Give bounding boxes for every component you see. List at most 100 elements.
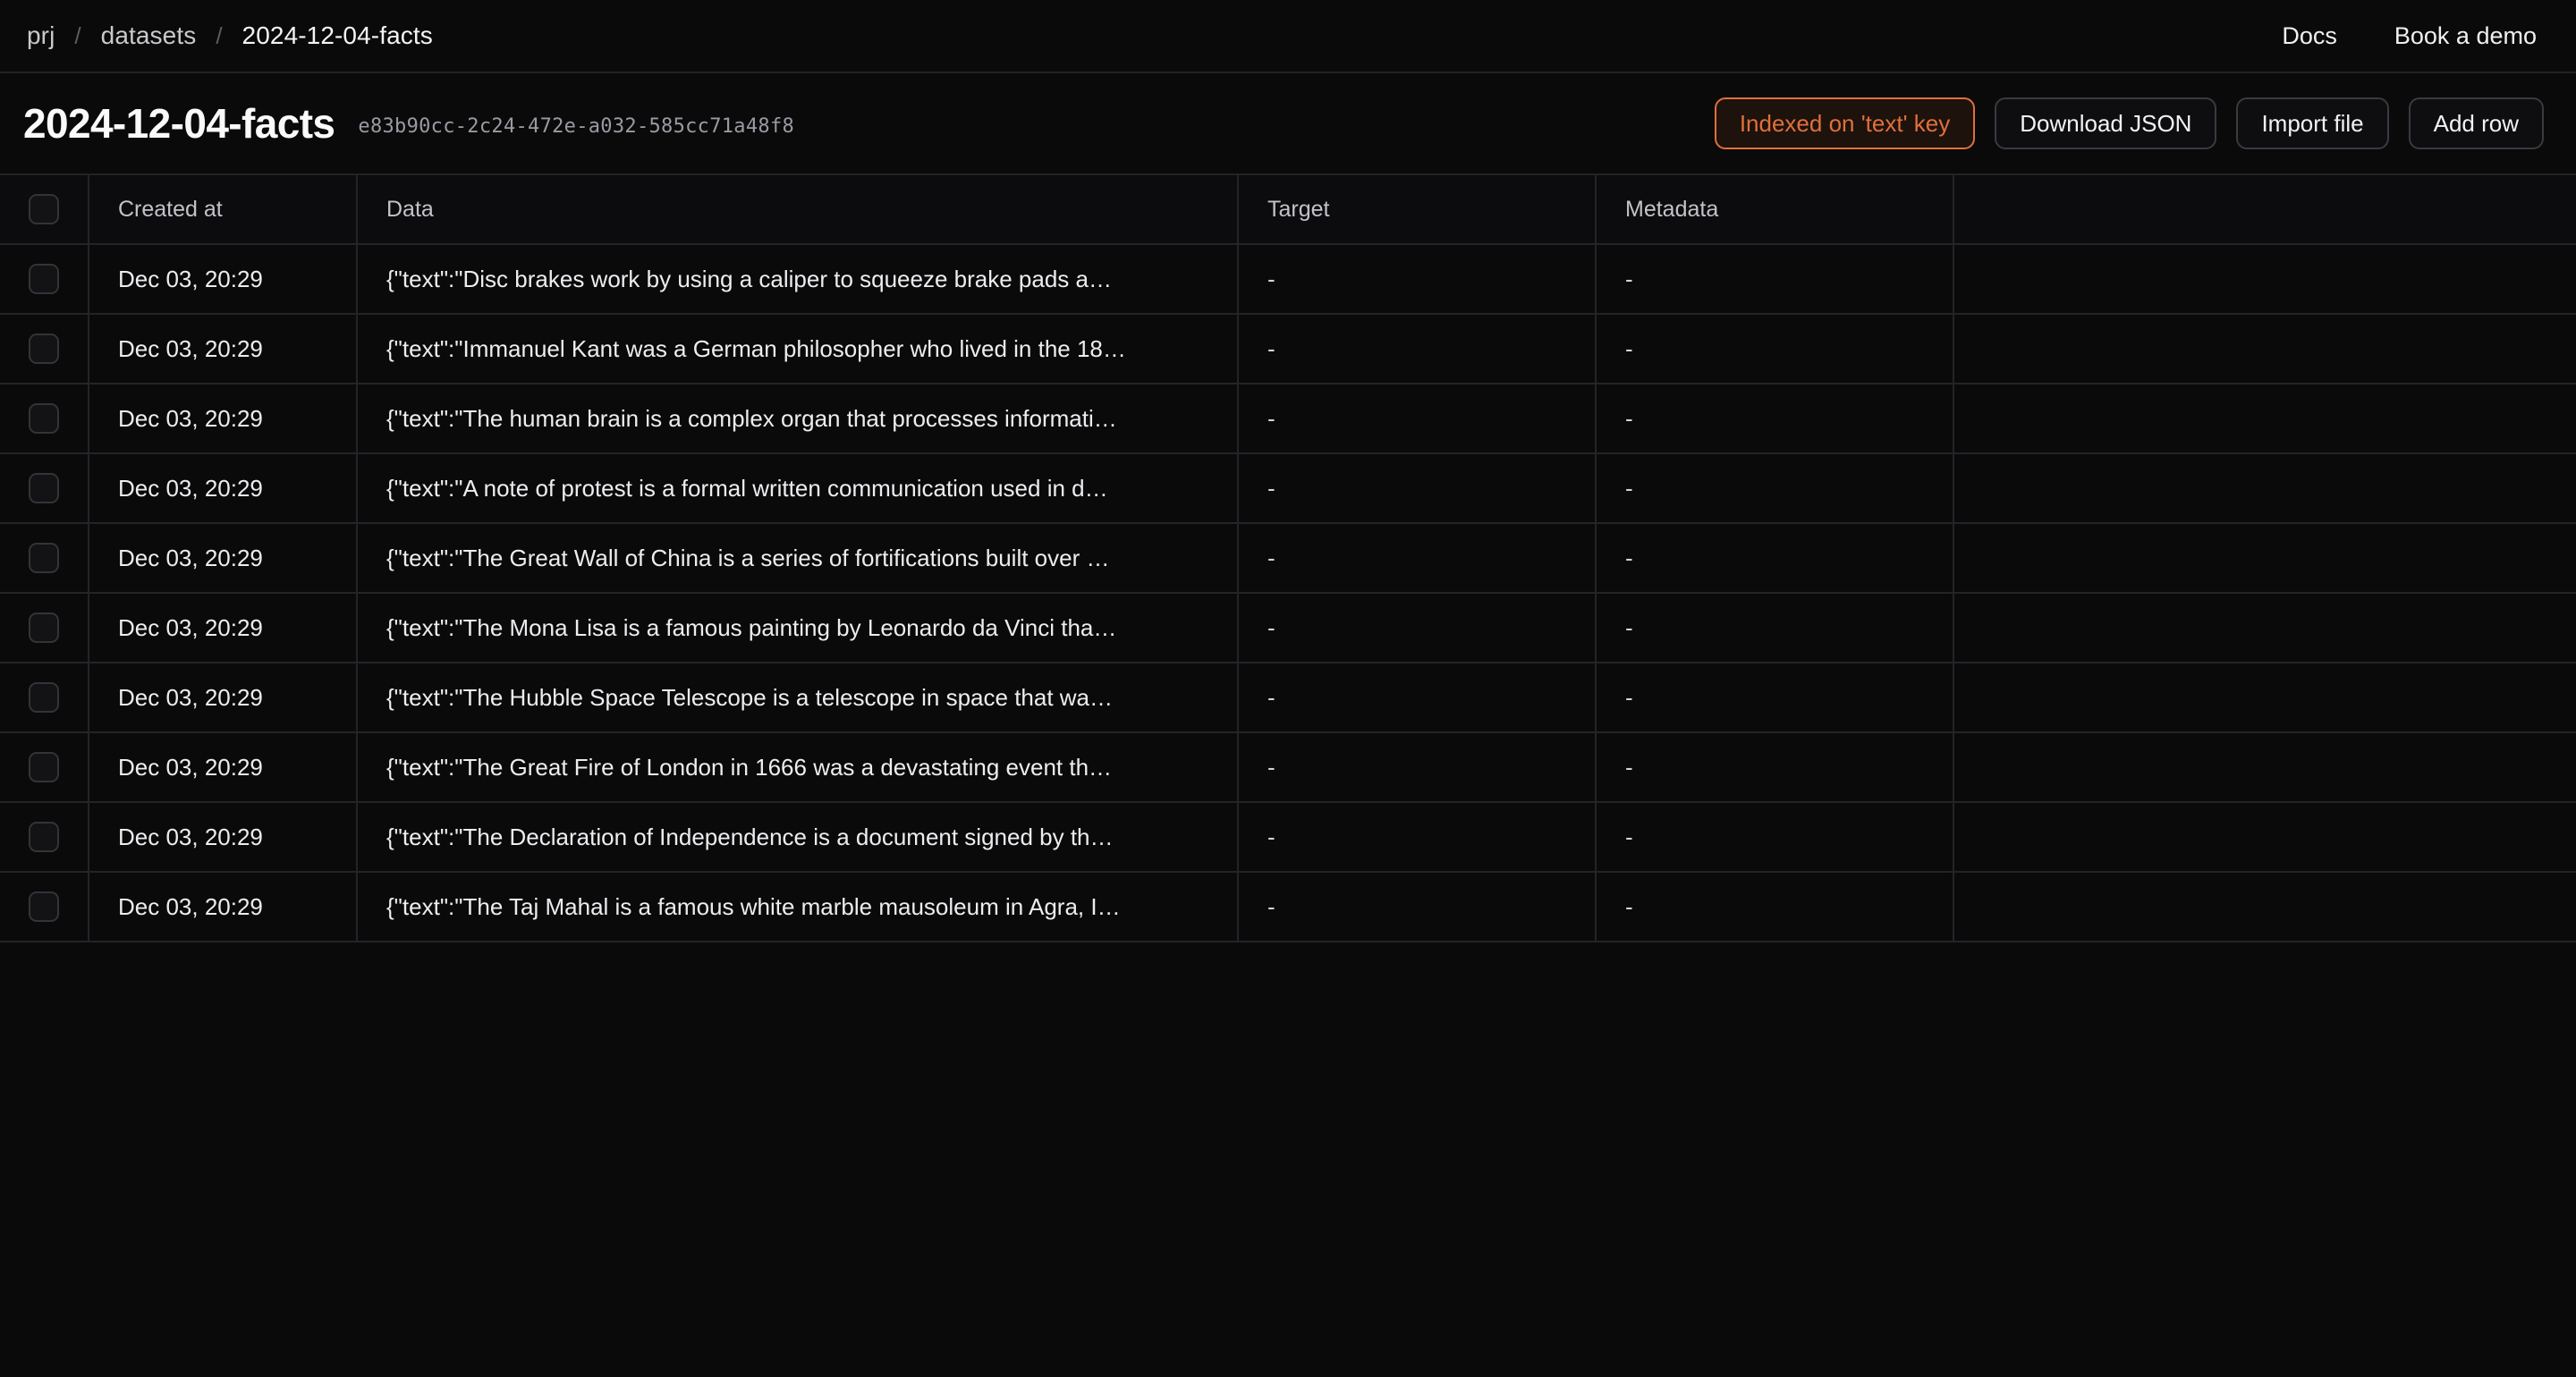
add-row-button[interactable]: Add row	[2408, 97, 2544, 149]
cell-data-text: {"text":"A note of protest is a formal w…	[386, 474, 1108, 502]
column-header-spacer	[1954, 175, 2576, 243]
cell-metadata-value: -	[1625, 683, 1633, 711]
cell-metadata-value: -	[1625, 753, 1633, 781]
cell-metadata: -	[1597, 384, 1954, 452]
cell-created-at: Dec 03, 20:29	[89, 315, 358, 383]
table-row[interactable]: Dec 03, 20:29 {"text":"The Great Fire of …	[0, 733, 2576, 803]
import-file-button[interactable]: Import file	[2236, 97, 2389, 149]
cell-created-at: Dec 03, 20:29	[89, 384, 358, 452]
cell-target: -	[1239, 315, 1597, 383]
cell-metadata: -	[1597, 873, 1954, 941]
cell-data-text: {"text":"The human brain is a complex or…	[386, 404, 1117, 432]
table-row[interactable]: Dec 03, 20:29 {"text":"The Great Wall of …	[0, 524, 2576, 594]
row-select-checkbox[interactable]	[29, 612, 59, 643]
cell-metadata-value: -	[1625, 474, 1633, 502]
cell-row-spacer	[1954, 803, 2576, 871]
cell-row-spacer	[1954, 594, 2576, 662]
cell-created-at: Dec 03, 20:29	[89, 454, 358, 522]
cell-data-text: {"text":"Disc brakes work by using a cal…	[386, 265, 1112, 292]
cell-metadata: -	[1597, 733, 1954, 801]
cell-target: -	[1239, 873, 1597, 941]
row-select-cell	[0, 524, 89, 592]
row-select-checkbox[interactable]	[29, 334, 59, 364]
table-row[interactable]: Dec 03, 20:29 {"text":"The Mona Lisa is a…	[0, 594, 2576, 663]
cell-created-at: Dec 03, 20:29	[89, 733, 358, 801]
cell-target: -	[1239, 454, 1597, 522]
dataset-table: Created at Data Target Metadata Dec 03, …	[0, 173, 2576, 942]
table-row[interactable]: Dec 03, 20:29 {"text":"The Hubble Space T…	[0, 663, 2576, 733]
cell-metadata-value: -	[1625, 265, 1633, 292]
top-nav: Docs Book a demo	[2282, 22, 2537, 50]
row-select-checkbox[interactable]	[29, 264, 59, 294]
table-row[interactable]: Dec 03, 20:29 {"text":"A note of protest …	[0, 454, 2576, 524]
cell-metadata: -	[1597, 663, 1954, 731]
cell-data: {"text":"The human brain is a complex or…	[358, 384, 1239, 452]
cell-target-value: -	[1267, 823, 1275, 850]
cell-target-value: -	[1267, 683, 1275, 711]
cell-row-spacer	[1954, 384, 2576, 452]
indexed-key-badge[interactable]: Indexed on 'text' key	[1714, 97, 1976, 149]
cell-target-value: -	[1267, 474, 1275, 502]
cell-metadata-value: -	[1625, 404, 1633, 432]
cell-metadata: -	[1597, 315, 1954, 383]
row-select-cell	[0, 384, 89, 452]
cell-metadata-value: -	[1625, 334, 1633, 362]
cell-created-at: Dec 03, 20:29	[89, 663, 358, 731]
row-select-cell	[0, 245, 89, 313]
row-select-checkbox[interactable]	[29, 822, 59, 852]
cell-metadata-value: -	[1625, 544, 1633, 571]
nav-link-book-a-demo[interactable]: Book a demo	[2394, 22, 2537, 50]
row-select-checkbox[interactable]	[29, 752, 59, 782]
cell-target: -	[1239, 524, 1597, 592]
row-select-cell	[0, 594, 89, 662]
cell-created-at: Dec 03, 20:29	[89, 873, 358, 941]
cell-data: {"text":"Disc brakes work by using a cal…	[358, 245, 1239, 313]
table-row[interactable]: Dec 03, 20:29 {"text":"The Taj Mahal is a…	[0, 873, 2576, 942]
cell-target-value: -	[1267, 892, 1275, 920]
column-header-target[interactable]: Target	[1239, 175, 1597, 243]
column-header-metadata[interactable]: Metadata	[1597, 175, 1954, 243]
cell-data: {"text":"Immanuel Kant was a German phil…	[358, 315, 1239, 383]
cell-created-at: Dec 03, 20:29	[89, 803, 358, 871]
cell-data: {"text":"The Declaration of Independence…	[358, 803, 1239, 871]
select-all-checkbox[interactable]	[29, 194, 59, 224]
row-select-cell	[0, 663, 89, 731]
row-select-checkbox[interactable]	[29, 682, 59, 713]
row-select-checkbox[interactable]	[29, 403, 59, 434]
table-row[interactable]: Dec 03, 20:29 {"text":"Immanuel Kant was …	[0, 315, 2576, 384]
page-title: 2024-12-04-facts	[23, 100, 335, 147]
table-row[interactable]: Dec 03, 20:29 {"text":"The Declaration of…	[0, 803, 2576, 873]
download-json-button[interactable]: Download JSON	[1995, 97, 2217, 149]
row-select-checkbox[interactable]	[29, 473, 59, 503]
cell-target-value: -	[1267, 753, 1275, 781]
table-row[interactable]: Dec 03, 20:29 {"text":"The human brain is…	[0, 384, 2576, 454]
cell-metadata-value: -	[1625, 613, 1633, 641]
cell-metadata-value: -	[1625, 823, 1633, 850]
cell-row-spacer	[1954, 524, 2576, 592]
cell-row-spacer	[1954, 733, 2576, 801]
cell-row-spacer	[1954, 315, 2576, 383]
dataset-page: prj / datasets / 2024-12-04-facts Docs B…	[0, 0, 2576, 1377]
column-header-created-at[interactable]: Created at	[89, 175, 358, 243]
row-select-cell	[0, 873, 89, 941]
table-row[interactable]: Dec 03, 20:29 {"text":"Disc brakes work b…	[0, 245, 2576, 315]
cell-data: {"text":"The Mona Lisa is a famous paint…	[358, 594, 1239, 662]
cell-data-text: {"text":"The Great Wall of China is a se…	[386, 544, 1110, 571]
breadcrumb-item-project[interactable]: prj	[23, 20, 58, 52]
table-empty-space	[0, 942, 2576, 1377]
breadcrumb-separator: /	[216, 21, 223, 49]
cell-metadata: -	[1597, 245, 1954, 313]
cell-metadata: -	[1597, 454, 1954, 522]
column-header-data[interactable]: Data	[358, 175, 1239, 243]
cell-row-spacer	[1954, 663, 2576, 731]
cell-metadata: -	[1597, 524, 1954, 592]
row-select-checkbox[interactable]	[29, 543, 59, 573]
breadcrumb-separator: /	[74, 21, 81, 49]
breadcrumb-item-current[interactable]: 2024-12-04-facts	[239, 20, 436, 52]
row-select-checkbox[interactable]	[29, 891, 59, 922]
breadcrumb-item-datasets[interactable]: datasets	[97, 20, 200, 52]
cell-created-at: Dec 03, 20:29	[89, 594, 358, 662]
header-actions: Indexed on 'text' key Download JSON Impo…	[1714, 97, 2544, 149]
nav-link-docs[interactable]: Docs	[2282, 22, 2337, 50]
row-select-cell	[0, 315, 89, 383]
